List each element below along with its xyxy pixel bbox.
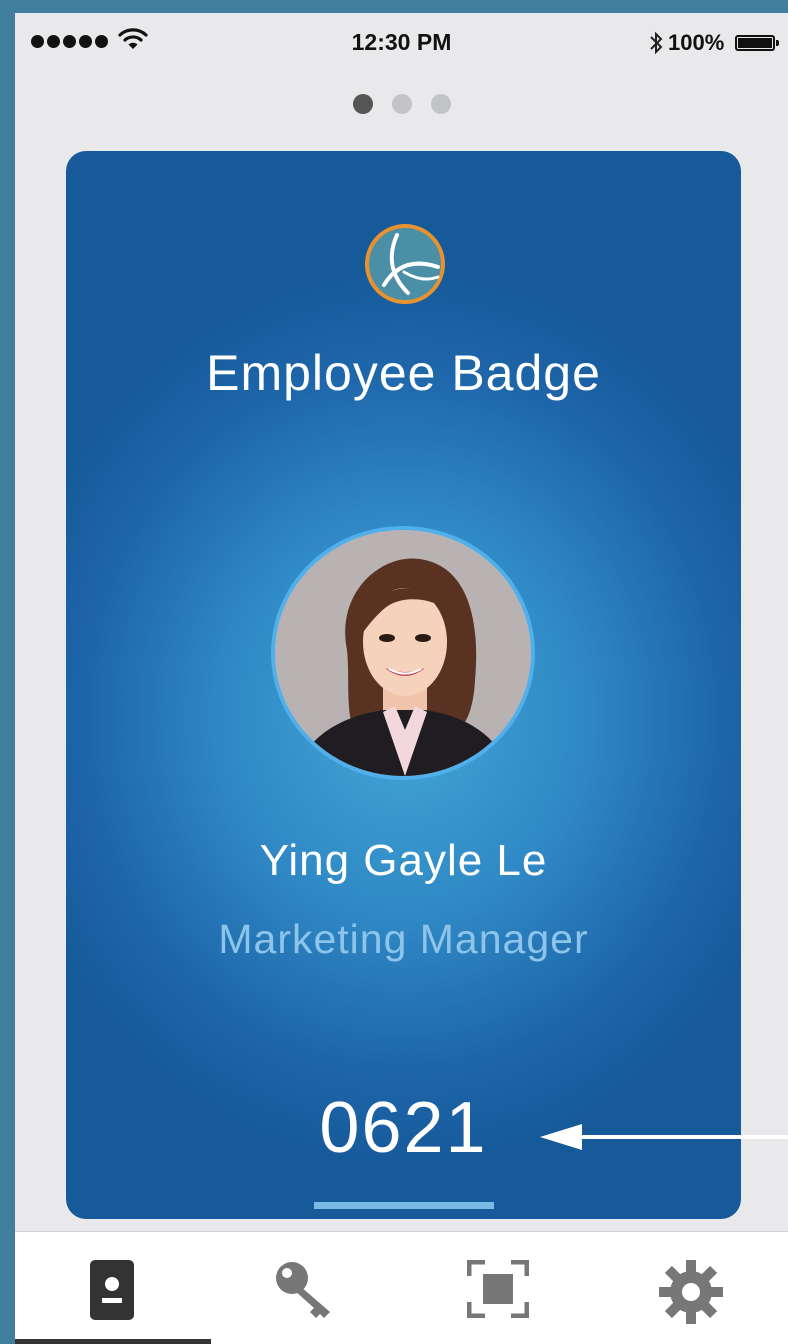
battery-percent: 100% [668,30,725,55]
tab-keys[interactable] [208,1232,401,1344]
page-dot-1[interactable] [352,94,373,114]
page-dot-3[interactable] [430,94,451,114]
employee-role: Marketing Manager [218,916,589,962]
tab-settings[interactable] [594,1232,787,1344]
company-logo [364,223,446,305]
tab-badge[interactable] [15,1232,208,1344]
tab-scan[interactable] [401,1232,594,1344]
key-icon [275,1262,330,1318]
tab-bar [15,1231,788,1344]
page-indicator [15,94,788,114]
employee-photo [271,526,535,780]
phone-screen: 12:30 PM 100% Employee Badge Ying Gayle … [15,13,788,1344]
battery-icon [735,35,779,51]
scan-icon [466,1260,529,1318]
left-arrow-icon [540,1124,788,1154]
employee-name: Ying Gayle Le [259,836,548,885]
badge-title: Employee Badge [206,345,601,401]
active-tab-indicator [15,1339,211,1344]
badge-icon [89,1260,134,1320]
gear-icon [658,1260,723,1324]
badge-number-underline [314,1202,494,1209]
page-dot-2[interactable] [391,94,412,114]
bluetooth-icon [648,30,664,61]
employee-badge-card[interactable]: Employee Badge Ying Gayle Le Marketing M… [66,151,741,1219]
status-bar: 12:30 PM 100% [15,13,788,71]
